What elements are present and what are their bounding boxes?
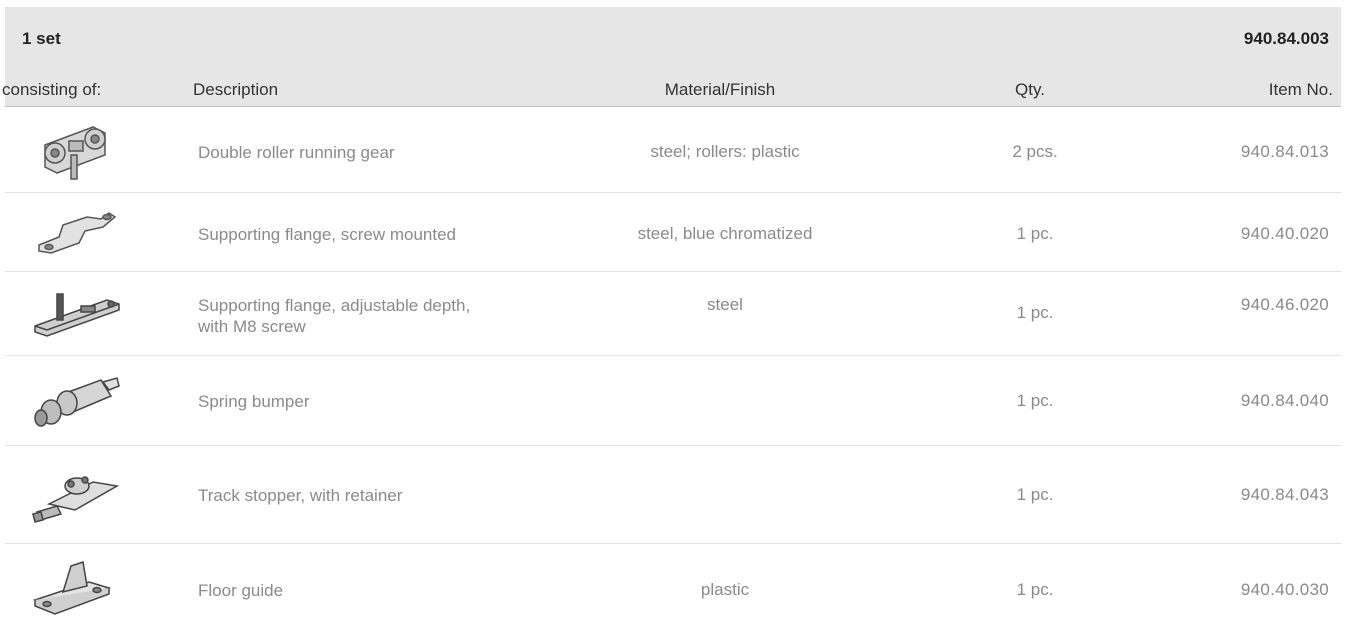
row-description-line-2: with M8 screw [198,317,306,336]
table-row: Double roller running gear steel; roller… [5,107,1341,193]
set-item-number: 940.84.003 [1243,29,1329,48]
table-row: Supporting flange, screw mounted steel, … [5,193,1341,272]
row-material: steel, blue chromatized [637,224,813,243]
parts-table: 1 set 940.84.003 consisting of: Descript… [0,0,1345,628]
row-description: Supporting flange, screw mounted [198,225,456,244]
row-description: Floor guide [198,581,284,600]
track-stopper-icon [23,464,123,528]
row-qty: 1 pc. [1016,391,1054,410]
row-description: Spring bumper [198,392,310,411]
row-item-number: 940.40.020 [1240,224,1329,243]
row-material: steel; rollers: plastic [650,142,800,161]
column-header-item-no: Item No. [1268,80,1333,99]
column-header-consisting: consisting of: [2,80,102,99]
row-item-number: 940.84.013 [1240,142,1329,161]
row-item-number: 940.84.043 [1240,485,1329,504]
column-header-material: Material/Finish [664,80,776,99]
column-header-description: Description [193,80,279,99]
running-gear-icon [23,115,123,185]
row-item-number: 940.84.040 [1240,391,1329,410]
row-material: steel [707,295,743,314]
column-header-qty: Qty. [1015,80,1045,99]
row-qty: 1 pc. [1016,303,1054,322]
row-qty: 1 pc. [1016,580,1054,599]
row-qty: 1 pc. [1016,224,1054,243]
table-row: Track stopper, with retainer 1 pc. 940.8… [5,446,1341,544]
row-description: Double roller running gear [198,143,395,162]
row-material: plastic [700,580,750,599]
floor-guide-icon [23,554,123,620]
set-title: 1 set [22,29,61,48]
spring-bumper-icon [23,370,123,436]
row-qty: 1 pc. [1016,485,1054,504]
supporting-flange-icon [23,205,123,260]
row-qty: 2 pcs. [1012,142,1058,161]
row-item-number: 940.46.020 [1240,295,1329,314]
table-row: Supporting flange, adjustable depth, wit… [5,272,1341,356]
row-description-line-1: Supporting flange, adjustable depth, [198,296,471,315]
adjustable-flange-icon [23,282,123,344]
table-row: Floor guide plastic 1 pc. 940.40.030 [5,544,1341,628]
table-row: Spring bumper 1 pc. 940.84.040 [5,356,1341,446]
row-description: Supporting flange, adjustable depth, wit… [198,295,470,337]
row-item-number: 940.40.030 [1240,580,1329,599]
row-description: Track stopper, with retainer [198,486,403,505]
